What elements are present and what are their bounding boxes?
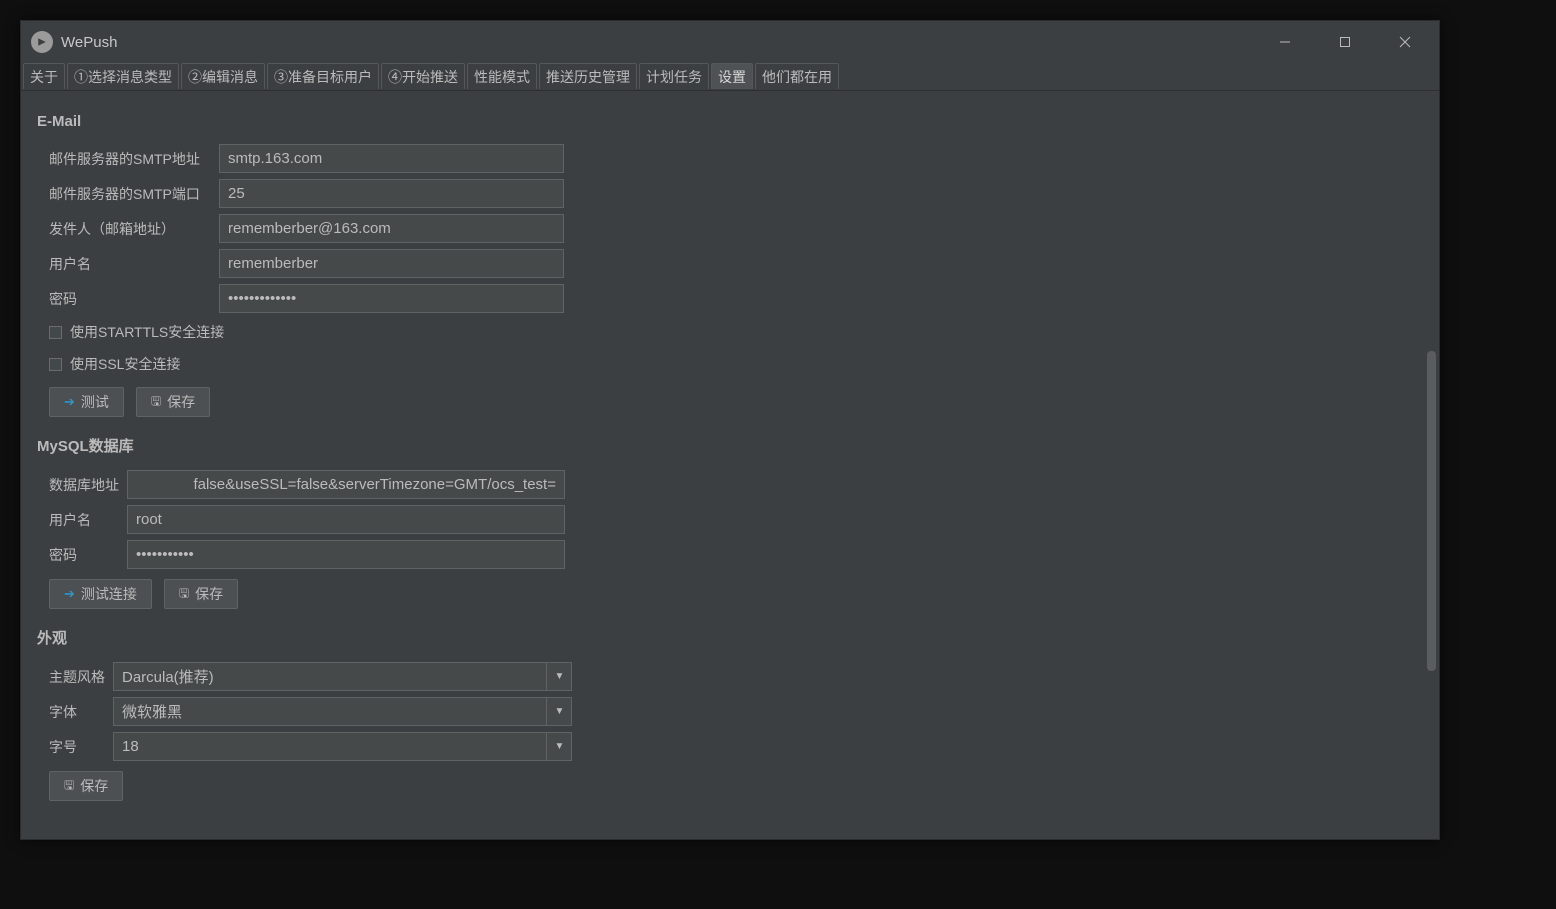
minimize-button[interactable] [1255, 21, 1315, 63]
save-icon: 🖫 [64, 776, 74, 797]
db-user-label: 用户名 [37, 510, 127, 530]
tab-schedule[interactable]: 计划任务 [639, 63, 709, 89]
email-user-input[interactable] [219, 249, 564, 278]
db-save-button[interactable]: 🖫 保存 [164, 579, 238, 609]
appearance-heading: 外观 [37, 627, 1423, 648]
arrow-right-icon: ➔ [64, 394, 75, 410]
smtp-port-input[interactable] [219, 179, 564, 208]
fontsize-label: 字号 [37, 737, 113, 757]
db-test-button[interactable]: ➔ 测试连接 [49, 579, 152, 609]
email-test-button[interactable]: ➔ 测试 [49, 387, 124, 417]
db-save-label: 保存 [195, 584, 223, 604]
font-value: 微软雅黑 [122, 701, 182, 722]
smtp-addr-label: 邮件服务器的SMTP地址 [37, 149, 219, 169]
db-url-label: 数据库地址 [37, 475, 127, 495]
font-select[interactable]: 微软雅黑 [113, 697, 572, 726]
fontsize-value: 18 [122, 738, 139, 755]
tab-step1[interactable]: ①选择消息类型 [67, 63, 179, 89]
email-pass-label: 密码 [37, 289, 219, 309]
email-save-label: 保存 [167, 392, 195, 412]
fontsize-select[interactable]: 18 [113, 732, 572, 761]
close-button[interactable] [1375, 21, 1435, 63]
tab-bar: 关于 ①选择消息类型 ②编辑消息 ③准备目标用户 ④开始推送 性能模式 推送历史… [21, 63, 1439, 91]
email-user-label: 用户名 [37, 254, 219, 274]
app-title: WePush [61, 34, 117, 51]
smtp-port-label: 邮件服务器的SMTP端口 [37, 184, 219, 204]
scrollbar-thumb[interactable] [1427, 351, 1436, 671]
save-icon: 🖫 [179, 584, 189, 605]
smtp-addr-input[interactable] [219, 144, 564, 173]
db-pass-input[interactable] [127, 540, 565, 569]
font-label: 字体 [37, 702, 113, 722]
tab-settings[interactable]: 设置 [711, 63, 753, 89]
theme-value: Darcula(推荐) [122, 666, 214, 687]
email-pass-input[interactable] [219, 284, 564, 313]
app-icon [31, 31, 53, 53]
tab-step3[interactable]: ③准备目标用户 [267, 63, 379, 89]
tab-step2[interactable]: ②编辑消息 [181, 63, 265, 89]
maximize-button[interactable] [1315, 21, 1375, 63]
tab-performance[interactable]: 性能模式 [467, 63, 537, 89]
tab-about[interactable]: 关于 [23, 63, 65, 89]
sender-input[interactable] [219, 214, 564, 243]
ssl-label: 使用SSL安全连接 [70, 354, 180, 374]
settings-panel: E-Mail 邮件服务器的SMTP地址 邮件服务器的SMTP端口 发件人（邮箱地… [21, 91, 1439, 839]
db-heading: MySQL数据库 [37, 435, 1423, 456]
ssl-checkbox[interactable] [49, 358, 62, 371]
tab-history[interactable]: 推送历史管理 [539, 63, 637, 89]
email-test-label: 测试 [81, 392, 109, 412]
appearance-save-button[interactable]: 🖫 保存 [49, 771, 123, 801]
starttls-label: 使用STARTTLS安全连接 [70, 322, 224, 342]
save-icon: 🖫 [151, 392, 161, 413]
email-save-button[interactable]: 🖫 保存 [136, 387, 210, 417]
arrow-right-icon: ➔ [64, 586, 75, 602]
theme-label: 主题风格 [37, 667, 113, 687]
tab-others[interactable]: 他们都在用 [755, 63, 839, 89]
starttls-checkbox[interactable] [49, 326, 62, 339]
theme-select[interactable]: Darcula(推荐) [113, 662, 572, 691]
sender-label: 发件人（邮箱地址） [37, 219, 219, 239]
appearance-save-label: 保存 [80, 776, 108, 796]
tab-step4[interactable]: ④开始推送 [381, 63, 465, 89]
titlebar: WePush [21, 21, 1439, 63]
db-url-input[interactable] [127, 470, 565, 499]
db-pass-label: 密码 [37, 545, 127, 565]
email-heading: E-Mail [37, 113, 1423, 130]
app-window: WePush 关于 ①选择消息类型 ②编辑消息 ③准备目标用户 ④开始推送 性能… [20, 20, 1440, 840]
db-user-input[interactable] [127, 505, 565, 534]
db-test-label: 测试连接 [81, 584, 137, 604]
